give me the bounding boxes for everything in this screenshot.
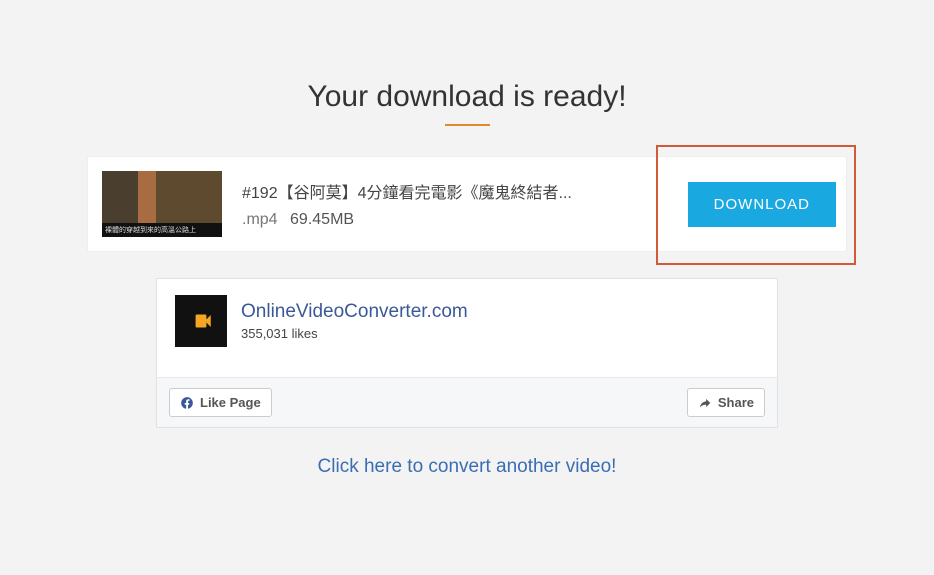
download-button[interactable]: DOWNLOAD bbox=[688, 182, 836, 227]
facebook-icon bbox=[180, 396, 194, 410]
heading-rule bbox=[445, 124, 490, 126]
facebook-widget: OnlineVideoConverter.com 355,031 likes L… bbox=[156, 278, 778, 428]
video-meta: #192【谷阿莫】4分鐘看完電影《魔鬼終結者... .mp4 69.45MB bbox=[222, 179, 688, 229]
share-button[interactable]: Share bbox=[687, 388, 765, 417]
like-page-button[interactable]: Like Page bbox=[169, 388, 272, 417]
facebook-likes: 355,031 likes bbox=[241, 326, 468, 342]
download-card: 裸體的穿越到來的高溫公路上 #192【谷阿莫】4分鐘看完電影《魔鬼終結者... … bbox=[87, 156, 847, 252]
thumbnail-image bbox=[102, 171, 222, 223]
video-extension: .mp4 bbox=[242, 211, 278, 228]
share-label: Share bbox=[718, 395, 754, 410]
thumbnail-caption: 裸體的穿越到來的高溫公路上 bbox=[102, 223, 222, 237]
convert-another-link[interactable]: Click here to convert another video! bbox=[87, 456, 847, 478]
video-size: 69.45MB bbox=[290, 211, 354, 228]
video-title: #192【谷阿莫】4分鐘看完電影《魔鬼終結者... bbox=[242, 179, 688, 203]
facebook-avatar bbox=[175, 295, 227, 347]
logo-icon bbox=[188, 308, 214, 334]
like-page-label: Like Page bbox=[200, 395, 261, 410]
page-title: Your download is ready! bbox=[87, 80, 847, 114]
share-icon bbox=[698, 396, 712, 410]
facebook-page-name[interactable]: OnlineVideoConverter.com bbox=[241, 301, 468, 324]
video-thumbnail: 裸體的穿越到來的高溫公路上 bbox=[102, 171, 222, 237]
